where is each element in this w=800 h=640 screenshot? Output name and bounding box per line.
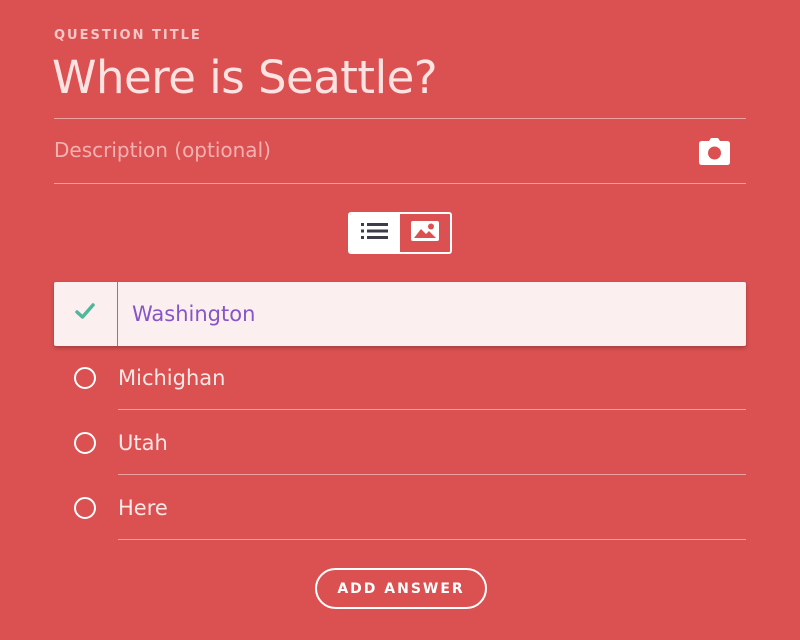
description-input[interactable]: Description (optional): [54, 136, 271, 164]
answer-divider: [117, 282, 118, 346]
title-underline: [54, 118, 746, 119]
answer-view-toggle: [348, 212, 452, 254]
check-icon[interactable]: [75, 303, 95, 321]
answer-row[interactable]: Utah: [54, 411, 746, 475]
radio-circle-icon[interactable]: [74, 367, 96, 389]
answer-text[interactable]: Washington: [132, 282, 255, 346]
answer-text[interactable]: Here: [118, 476, 168, 540]
answer-text[interactable]: Utah: [118, 411, 168, 475]
camera-icon[interactable]: [699, 138, 730, 165]
answer-underline: [118, 539, 746, 540]
question-title-label: QUESTION TITLE: [54, 28, 202, 43]
answer-row-correct[interactable]: Washington: [54, 282, 746, 346]
answer-underline: [118, 409, 746, 410]
radio-circle-icon[interactable]: [74, 432, 96, 454]
question-title-input[interactable]: Where is Seattle?: [52, 50, 438, 106]
answer-row[interactable]: Here: [54, 476, 746, 540]
answer-underline: [118, 474, 746, 475]
radio-circle-icon[interactable]: [74, 497, 96, 519]
add-answer-button[interactable]: ADD ANSWER: [315, 568, 487, 609]
description-underline: [54, 183, 746, 184]
image-view-button[interactable]: [400, 214, 450, 252]
list-icon: [360, 221, 390, 245]
image-icon: [410, 220, 440, 246]
answer-row[interactable]: Michighan: [54, 346, 746, 410]
answer-text[interactable]: Michighan: [118, 346, 225, 410]
list-view-button[interactable]: [350, 214, 400, 252]
